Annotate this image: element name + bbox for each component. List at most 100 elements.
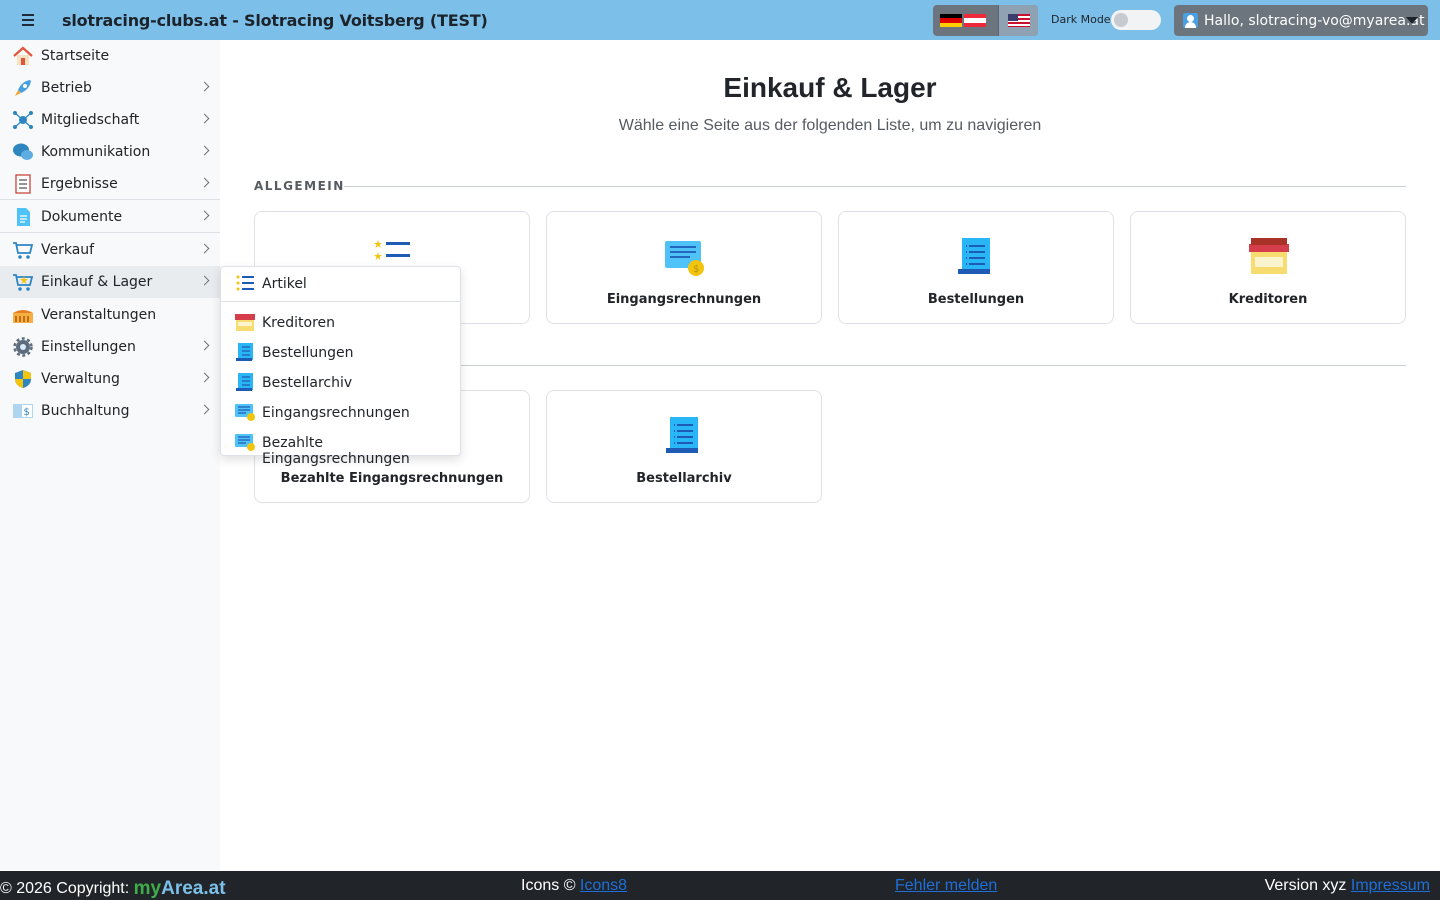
order-list-icon [666,417,698,453]
language-de-at-button[interactable] [933,5,993,36]
invoice-coin-icon [235,434,255,451]
footer-icons-credit: Icons © Icons8 [521,877,627,895]
footer: © 2026 Copyright: myArea.at Icons © Icon… [0,871,1440,900]
sidebar-item-label: Ergebnisse [41,176,118,192]
brand-logo: myArea.at [134,878,226,899]
section-divider [344,186,1406,187]
sidebar-item-veranstaltungen[interactable]: Veranstaltungen [0,299,220,331]
sidebar-item-mitgliedschaft[interactable]: Mitgliedschaft [0,104,220,136]
stadium-icon [13,310,33,323]
card-label: Bestellungen [927,292,1025,307]
sidebar-item-verwaltung[interactable]: Verwaltung [0,363,220,395]
chevron-right-icon [199,275,210,286]
rocket-icon [15,80,31,96]
language-switcher [933,5,1038,36]
sidebar-item-einstellungen[interactable]: Einstellungen [0,331,220,363]
svg-text:$: $ [24,407,30,418]
submenu-item-artikel[interactable]: Artikel [221,268,460,298]
submenu-einkauf-lager: Artikel Kreditoren Bestellungen Bestella… [220,266,461,467]
top-bar: slotracing-clubs.at - Slotracing Voitsbe… [0,0,1440,40]
card-label: Kreditoren [1228,292,1308,307]
icons-credit-text: Icons © [521,877,580,894]
card-bestellarchiv[interactable]: Bestellarchiv [546,390,822,503]
austria-flag-icon [964,14,986,27]
shop-icon [1249,238,1289,274]
sidebar-item-label: Startseite [41,48,110,64]
sidebar-item-kommunikation[interactable]: Kommunikation [0,136,220,168]
sidebar-item-startseite[interactable]: Startseite [0,40,220,72]
cart-star-icon [13,274,34,291]
sidebar-item-label: Verwaltung [41,371,120,387]
shield-icon [15,370,31,388]
invoice-coin-icon: $ [665,241,704,276]
icons8-link[interactable]: Icons8 [580,877,627,894]
dark-mode-toggle[interactable] [1111,10,1161,30]
submenu-item-label: Bezahlte Eingangsrechnungen [262,435,410,467]
page-subtitle: Wähle eine Seite aus der folgenden Liste… [618,117,1042,134]
submenu-item-bestellarchiv[interactable]: Bestellarchiv [221,367,460,397]
sidebar-item-label: Veranstaltungen [41,307,157,323]
app-title: slotracing-clubs.at - Slotracing Voitsbe… [62,11,488,30]
order-list-icon [236,373,253,391]
language-en-button[interactable] [998,5,1038,36]
sidebar-item-betrieb[interactable]: Betrieb [0,72,220,104]
chevron-right-icon [199,340,210,351]
user-menu-button[interactable]: Hallo, slotracing-vo@myarea.at [1174,5,1428,36]
sidebar: Startseite Betrieb Mitgliedschaft Kommun… [0,40,220,870]
sidebar-item-label: Verkauf [41,242,95,258]
card-bestellungen[interactable]: Bestellungen [838,211,1114,324]
brand-my: my [133,878,162,899]
submenu-item-label: Eingangsrechnungen [262,405,410,421]
sidebar-item-einkauf-lager[interactable]: Einkauf & Lager [0,266,220,298]
sidebar-item-label: Dokumente [41,209,123,225]
sidebar-item-ergebnisse[interactable]: Ergebnisse [0,168,220,200]
sidebar-item-verkauf[interactable]: Verkauf [0,234,220,266]
dark-mode-label: Dark Mode [1051,13,1111,26]
section-label-allgemein: ALLGEMEIN [254,179,345,193]
card-label: Bezahlte Eingangsrechnungen [280,471,504,486]
chevron-right-icon [199,210,210,221]
menu-toggle-icon[interactable] [18,10,38,30]
sidebar-item-label: Mitgliedschaft [41,112,140,128]
user-greeting: Hallo, slotracing-vo@myarea.at [1204,12,1425,29]
sidebar-item-label: Einstellungen [41,339,136,355]
chevron-right-icon [199,404,210,415]
home-icon [13,46,33,65]
network-icon [13,111,33,129]
order-list-icon [236,343,253,361]
sidebar-item-label: Betrieb [41,80,92,96]
gear-icon [13,337,33,357]
dollar-doc-icon: $ [13,404,33,418]
chevron-right-icon [199,177,210,188]
submenu-item-eingangsrechnungen[interactable]: Eingangsrechnungen [221,397,460,427]
footer-copyright: © 2026 Copyright: myArea.at [0,877,226,899]
report-bug-link[interactable]: Fehler melden [895,877,997,895]
card-eingangsrechnungen[interactable]: $ Eingangsrechnungen [546,211,822,324]
chevron-right-icon [199,243,210,254]
submenu-item-kreditoren[interactable]: Kreditoren [221,307,460,337]
card-label: Eingangsrechnungen [606,292,762,307]
germany-flag-icon [940,14,962,27]
sidebar-item-label: Buchhaltung [41,403,130,419]
submenu-item-label: Bestellungen [262,345,354,361]
copyright-text: © 2026 Copyright: [0,880,134,897]
card-label: Bestellarchiv [636,471,732,486]
order-list-icon [958,238,990,274]
submenu-item-label: Bestellarchiv [262,375,353,391]
submenu-item-label: Kreditoren [262,315,336,331]
imprint-link[interactable]: Impressum [1351,877,1430,894]
chevron-right-icon [199,145,210,156]
sidebar-item-dokumente[interactable]: Dokumente [0,201,220,233]
chevron-right-icon [199,81,210,92]
chevron-right-icon [199,372,210,383]
version-text: Version xyz [1264,877,1351,894]
usa-flag-icon [1007,14,1030,27]
sidebar-item-buchhaltung[interactable]: $ Buchhaltung [0,395,220,427]
chat-icon [13,143,33,160]
user-icon [1183,13,1198,28]
submenu-item-bezahlte-eingangsrechnungen[interactable]: Bezahlte Eingangsrechnungen [221,427,460,467]
sidebar-item-label: Kommunikation [41,144,151,160]
invoice-coin-icon [235,404,255,421]
card-kreditoren[interactable]: Kreditoren [1130,211,1406,324]
submenu-item-bestellungen[interactable]: Bestellungen [221,337,460,367]
